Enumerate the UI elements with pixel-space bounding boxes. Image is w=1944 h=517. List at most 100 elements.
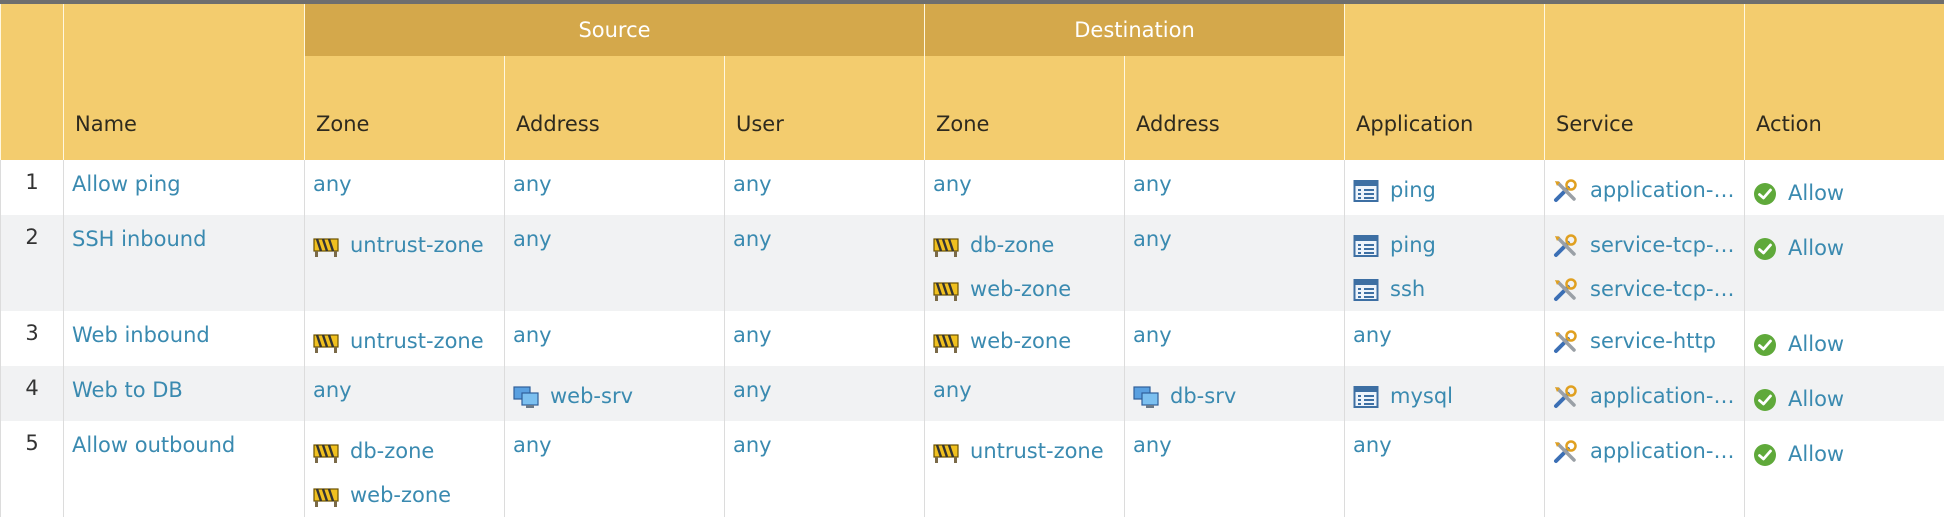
- application-cell: ping ssh: [1345, 215, 1545, 311]
- destination-zone-cell: db-zoneweb-zone: [925, 215, 1125, 311]
- cell-entry[interactable]: any: [313, 168, 504, 214]
- column-header-application[interactable]: Application: [1345, 4, 1545, 160]
- address-icon: [1133, 384, 1159, 408]
- cell-entry[interactable]: Allow ping: [72, 168, 304, 214]
- cell-entry[interactable]: Web to DB: [72, 374, 304, 420]
- cell-entry-label: service-tcp-2...: [1590, 227, 1744, 263]
- cell-entry[interactable]: ssh: [1353, 267, 1544, 311]
- address-icon: [513, 384, 539, 408]
- cell-entry[interactable]: Allow outbound: [72, 429, 304, 475]
- column-header-service[interactable]: Service: [1545, 4, 1745, 160]
- cell-entry[interactable]: db-zone: [313, 429, 504, 473]
- action-allow[interactable]: Allow: [1753, 432, 1944, 476]
- source-address-cell: any: [505, 421, 725, 517]
- rule-number: 2: [1, 215, 64, 311]
- cell-entry[interactable]: application-d...: [1553, 168, 1744, 212]
- cell-entry[interactable]: any: [1353, 429, 1544, 475]
- cell-entry[interactable]: any: [313, 374, 504, 420]
- column-header-destination-address[interactable]: Address: [1125, 56, 1345, 160]
- zone-icon: [313, 483, 339, 507]
- zone-icon: [933, 439, 959, 463]
- cell-entry-label: any: [313, 378, 352, 402]
- application-cell: any: [1345, 421, 1545, 517]
- cell-entry[interactable]: any: [513, 223, 724, 269]
- cell-entry[interactable]: any: [733, 429, 924, 475]
- cell-entry[interactable]: web-zone: [933, 319, 1124, 363]
- cell-entry-label: service-http: [1590, 323, 1716, 359]
- cell-entry[interactable]: any: [1133, 223, 1344, 269]
- rule-name: Allow outbound: [64, 421, 305, 517]
- cell-entry[interactable]: any: [733, 319, 924, 365]
- action-allow[interactable]: Allow: [1753, 226, 1944, 270]
- policy-rule-row[interactable]: 4Web to DBanyweb-srvanyanydb-srvmysqlapp…: [1, 366, 1944, 421]
- cell-entry[interactable]: SSH inbound: [72, 223, 304, 269]
- cell-entry[interactable]: any: [933, 168, 1124, 214]
- cell-entry-label: any: [513, 323, 552, 347]
- rule-number: 1: [1, 160, 64, 215]
- cell-entry[interactable]: any: [1133, 429, 1344, 475]
- cell-entry-label: db-zone: [350, 433, 434, 469]
- application-cell: any: [1345, 311, 1545, 366]
- cell-entry[interactable]: untrust-zone: [313, 319, 504, 363]
- action-label: Allow: [1788, 436, 1844, 472]
- cell-entry[interactable]: any: [733, 223, 924, 269]
- cell-entry-label: untrust-zone: [970, 433, 1104, 469]
- source-zone-cell: db-zone web-zone: [305, 421, 505, 517]
- cell-entry[interactable]: untrust-zone: [933, 429, 1124, 473]
- cell-entry[interactable]: service-tcp-2...: [1553, 267, 1744, 311]
- destination-address-cell: any: [1125, 311, 1345, 366]
- application-icon: [1353, 178, 1379, 202]
- service-cell: application-d...: [1545, 421, 1745, 517]
- column-header-source-address[interactable]: Address: [505, 56, 725, 160]
- cell-entry[interactable]: any: [733, 374, 924, 420]
- cell-entry[interactable]: Web inbound: [72, 319, 304, 365]
- cell-entry[interactable]: untrust-zone: [313, 223, 504, 267]
- policy-rule-row[interactable]: 5Allow outbounddb-zoneweb-zoneanyanyuntr…: [1, 421, 1944, 517]
- cell-entry[interactable]: service-http: [1553, 319, 1744, 363]
- action-cell: Allow: [1745, 160, 1944, 215]
- cell-entry[interactable]: any: [1133, 319, 1344, 365]
- cell-entry[interactable]: web-srv: [513, 374, 724, 418]
- cell-entry[interactable]: ping: [1353, 168, 1544, 212]
- action-allow[interactable]: Allow: [1753, 171, 1944, 215]
- zone-icon: [313, 329, 339, 353]
- cell-entry[interactable]: any: [733, 168, 924, 214]
- cell-entry[interactable]: web-zone: [313, 473, 504, 517]
- cell-entry-label: web-zone: [350, 477, 451, 513]
- source-user-cell: any: [725, 311, 925, 366]
- column-header-destination-zone[interactable]: Zone: [925, 56, 1125, 160]
- zone-icon: [933, 233, 959, 257]
- policy-rule-row[interactable]: 2SSH inbounduntrust-zoneanyanydb-zoneweb…: [1, 215, 1944, 311]
- action-allow[interactable]: Allow: [1753, 322, 1944, 366]
- policy-rule-row[interactable]: 3Web inbounduntrust-zoneanyanyweb-zonean…: [1, 311, 1944, 366]
- cell-entry[interactable]: application-d...: [1553, 374, 1744, 418]
- column-header-name[interactable]: Name: [64, 4, 305, 160]
- destination-zone-cell: any: [925, 366, 1125, 421]
- cell-entry[interactable]: any: [513, 168, 724, 214]
- cell-entry[interactable]: db-zone: [933, 223, 1124, 267]
- cell-entry[interactable]: any: [1353, 319, 1544, 365]
- cell-entry[interactable]: application-d...: [1553, 429, 1744, 473]
- cell-entry[interactable]: mysql: [1353, 374, 1544, 418]
- cell-entry[interactable]: db-srv: [1133, 374, 1344, 418]
- action-allow[interactable]: Allow: [1753, 377, 1944, 421]
- service-icon: [1553, 439, 1579, 463]
- cell-entry[interactable]: any: [513, 319, 724, 365]
- application-cell: ping: [1345, 160, 1545, 215]
- column-header-source-zone[interactable]: Zone: [305, 56, 505, 160]
- cell-entry[interactable]: service-tcp-2...: [1553, 223, 1744, 267]
- cell-entry[interactable]: ping: [1353, 223, 1544, 267]
- cell-entry-label: mysql: [1390, 378, 1453, 414]
- policy-rule-row[interactable]: 1Allow pinganyanyanyanyanypingapplicatio…: [1, 160, 1944, 215]
- cell-entry[interactable]: any: [513, 429, 724, 475]
- source-zone-cell: any: [305, 366, 505, 421]
- row-number-header: [1, 4, 64, 160]
- destination-zone-cell: untrust-zone: [925, 421, 1125, 517]
- cell-entry[interactable]: any: [1133, 168, 1344, 214]
- column-header-source-user[interactable]: User: [725, 56, 925, 160]
- cell-entry-label: ping: [1390, 227, 1436, 263]
- column-header-action[interactable]: Action: [1745, 4, 1944, 160]
- cell-entry[interactable]: any: [933, 374, 1124, 420]
- cell-entry[interactable]: web-zone: [933, 267, 1124, 311]
- security-policy-table: Name Source Destination Application Serv…: [0, 4, 1944, 517]
